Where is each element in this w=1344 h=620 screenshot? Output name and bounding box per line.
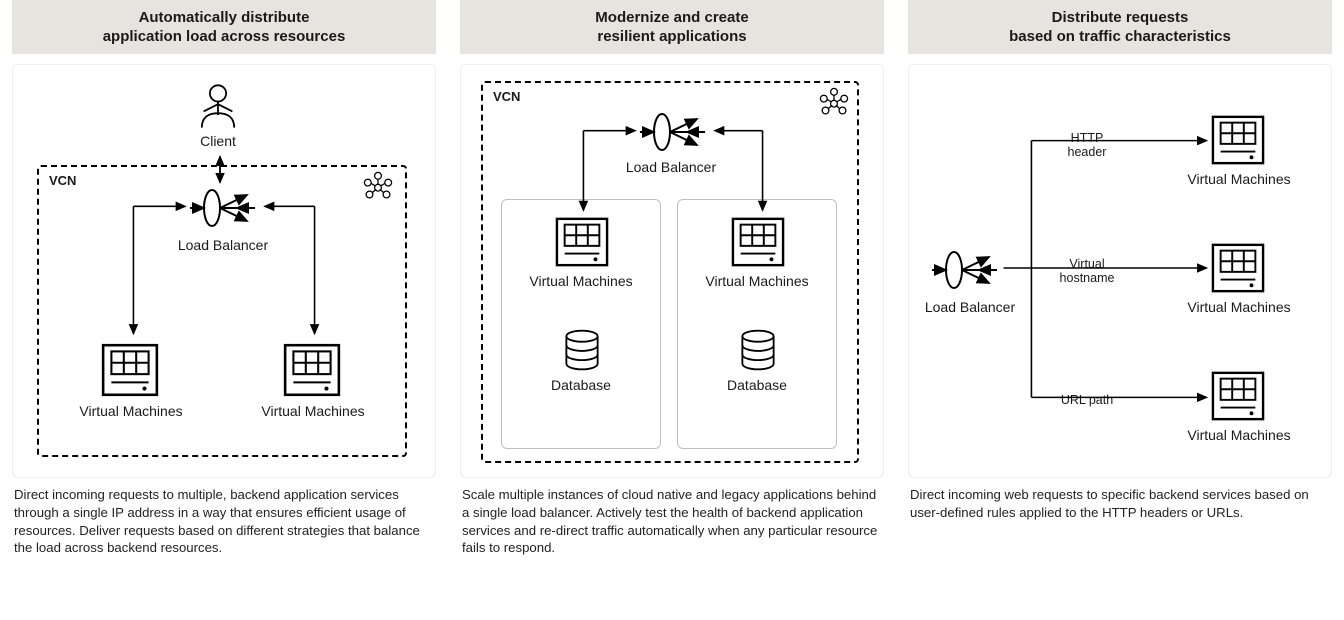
card-title: Distribute requests based on traffic cha…: [908, 0, 1332, 54]
client-label: Client: [183, 133, 253, 149]
card-title: Modernize and create resilient applicati…: [460, 0, 884, 54]
vm-icon-2: [1209, 241, 1267, 295]
vm-label-1: Virtual Machines: [1179, 171, 1299, 187]
vm-icon-right: [281, 341, 343, 399]
load-balancer-label: Load Balancer: [915, 299, 1025, 315]
diagram-1: Client VCN Load Balancer Virtual Machine…: [12, 64, 436, 478]
vm-label-right: Virtual Machines: [253, 403, 373, 419]
card-distribute-traffic: Distribute requests based on traffic cha…: [908, 0, 1332, 557]
load-balancer-icon: [637, 107, 707, 157]
vcn-label: VCN: [493, 89, 520, 104]
load-balancer-icon: [929, 245, 999, 295]
card-description: Direct incoming requests to multiple, ba…: [12, 478, 436, 557]
vm-label-left: Virtual Machines: [71, 403, 191, 419]
load-balancer-label: Load Balancer: [163, 237, 283, 253]
rule-http-header: HTTP header: [1047, 131, 1127, 159]
client-icon: [191, 79, 245, 133]
db-label-left: Database: [541, 377, 621, 393]
card-distribute-load: Automatically distribute application loa…: [12, 0, 436, 557]
db-icon-right: [735, 327, 781, 373]
vm-label-3: Virtual Machines: [1179, 427, 1299, 443]
rule-url-path: URL path: [1047, 393, 1127, 407]
vm-icon-3: [1209, 369, 1267, 423]
network-icon: [361, 169, 395, 203]
load-balancer-label: Load Balancer: [611, 159, 731, 175]
rule-virtual-hostname: Virtual hostname: [1047, 257, 1127, 285]
vm-label-2: Virtual Machines: [1179, 299, 1299, 315]
db-icon-left: [559, 327, 605, 373]
diagram-2: VCN Load Balancer Virtual Machines Virtu…: [460, 64, 884, 478]
card-title: Automatically distribute application loa…: [12, 0, 436, 54]
diagram-3: Load Balancer HTTP header Virtual hostna…: [908, 64, 1332, 478]
card-description: Scale multiple instances of cloud native…: [460, 478, 884, 557]
vm-icon-left: [99, 341, 161, 399]
vm-label-left: Virtual Machines: [521, 273, 641, 289]
vm-icon-left: [553, 215, 611, 269]
card-modernize: Modernize and create resilient applicati…: [460, 0, 884, 557]
load-balancer-icon: [187, 183, 257, 233]
card-description: Direct incoming web requests to specific…: [908, 478, 1332, 522]
vm-icon-1: [1209, 113, 1267, 167]
vm-icon-right: [729, 215, 787, 269]
vm-label-right: Virtual Machines: [697, 273, 817, 289]
vcn-label: VCN: [49, 173, 76, 188]
network-icon: [817, 85, 851, 119]
db-label-right: Database: [717, 377, 797, 393]
